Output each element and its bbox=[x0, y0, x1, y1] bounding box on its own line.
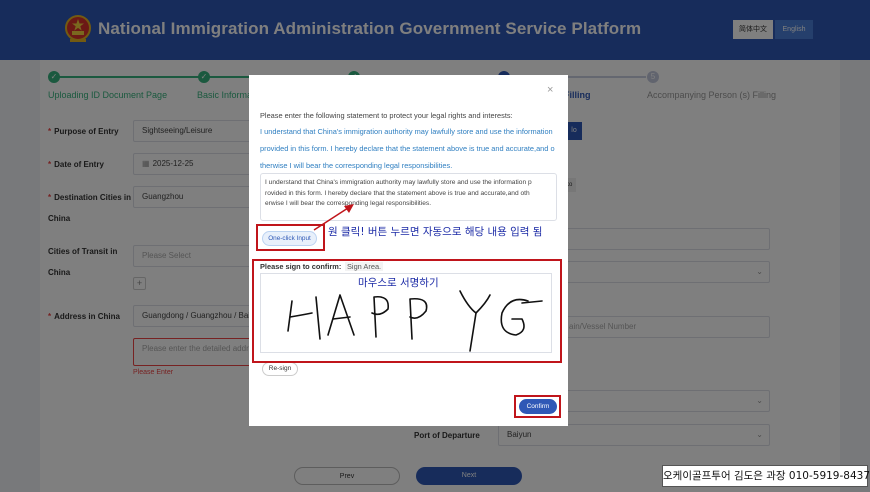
textarea-line: rovided in this form. I hereby declare t… bbox=[265, 189, 530, 197]
statement-line: I understand that China's immigration au… bbox=[260, 127, 553, 136]
statement-line: therwise I will bear the corresponding l… bbox=[260, 161, 453, 170]
close-icon[interactable]: × bbox=[547, 84, 553, 96]
resign-button[interactable]: Re-sign bbox=[262, 362, 298, 376]
sign-annotation: 마우스로 서명하기 bbox=[358, 277, 439, 289]
one-click-annotation: 원 클릭! 버튼 누르면 자동으로 해당 내용 입력 됨 bbox=[328, 226, 543, 238]
textarea-line: erwise I will bear the corresponding leg… bbox=[265, 200, 432, 207]
statement-textarea[interactable]: I understand that China's immigration au… bbox=[260, 173, 557, 221]
textarea-line: I understand that China's immigration au… bbox=[265, 179, 532, 186]
modal-intro: Please enter the following statement to … bbox=[260, 111, 513, 120]
contact-watermark: 오케이골프투어 김도은 과장 010-5919-8437 bbox=[662, 465, 870, 487]
statement-line: provided in this form. I hereby declare … bbox=[260, 144, 555, 153]
annotation-box-confirm bbox=[514, 395, 561, 418]
